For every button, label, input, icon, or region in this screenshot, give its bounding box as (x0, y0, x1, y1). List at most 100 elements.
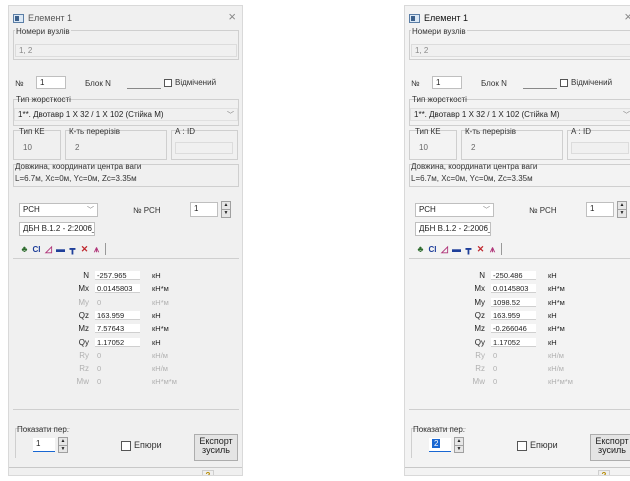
force-unit: кН (152, 310, 161, 320)
force-value[interactable]: 1.17052 (95, 337, 140, 347)
force-unit: кН*м*м (152, 377, 177, 387)
fe-type-label: Тип КЕ (415, 127, 441, 136)
norm-select[interactable]: ДБН В.1.2 - 2:2006_1 ﹀ (19, 222, 95, 236)
divider (409, 258, 630, 259)
show-section-spinner[interactable]: ▲ ▼ (454, 437, 464, 453)
epures-checkbox[interactable]: Епюри (121, 440, 162, 451)
hinge-icon[interactable]: ┳ (463, 244, 474, 255)
force-name: Mx (474, 284, 485, 294)
status-divider (9, 467, 242, 468)
rsn-spinner[interactable]: ▲ ▼ (617, 201, 627, 218)
number-input[interactable]: 1 (36, 76, 66, 89)
rsn-number-input[interactable]: 1 (190, 202, 218, 217)
spin-down-icon[interactable]: ▼ (222, 209, 230, 217)
force-name: Mz (78, 324, 89, 334)
force-name: Ry (79, 350, 89, 360)
block-input[interactable] (523, 76, 557, 89)
sections-label: К-ть перерізів (465, 127, 516, 136)
section-icon[interactable]: CI (427, 244, 438, 255)
epures-label: Епюри (530, 440, 558, 450)
rsn-number-label: № РСН (133, 206, 161, 215)
force-value[interactable]: -250.486 (491, 271, 536, 280)
close-icon[interactable]: × (228, 9, 236, 24)
help-icon[interactable]: ? (598, 470, 610, 475)
sections-value: 2 (75, 143, 80, 152)
marked-checkbox[interactable]: Відмічений (560, 78, 612, 87)
force-row-n: N -257.965 кН (59, 271, 161, 280)
block-label: Блок N (85, 79, 111, 88)
force-value[interactable]: 163.959 (491, 310, 536, 320)
force-row-qy: Qy 1.17052 кН (455, 337, 557, 347)
fe-type-value: 10 (419, 143, 428, 152)
spin-up-icon[interactable]: ▲ (222, 202, 230, 209)
rsn-select[interactable]: РСН ﹀ (19, 203, 98, 217)
geometry-label: Довжина, координати центра ваги (15, 162, 142, 171)
export-forces-button[interactable]: Експорт зусиль (194, 434, 238, 461)
spin-down-icon[interactable]: ▼ (455, 444, 463, 453)
chevron-down-icon: ﹀ (481, 226, 488, 233)
hinge-icon[interactable]: ┳ (67, 244, 78, 255)
aid-field (571, 142, 629, 154)
section-icon[interactable]: CI (31, 244, 42, 255)
force-row-qz: Qz 163.959 кН (455, 310, 557, 320)
show-section-spinner[interactable]: ▲ ▼ (58, 437, 68, 453)
marked-label: Відмічений (571, 78, 613, 87)
sections-value: 2 (471, 143, 476, 152)
chevron-down-icon: ﹀ (87, 207, 94, 214)
force-row-qy: Qy 1.17052 кН (59, 337, 161, 347)
support-icon[interactable]: ♣ (415, 244, 426, 255)
geometry-label: Довжина, координати центра ваги (411, 162, 538, 171)
rsn-number-input[interactable]: 1 (586, 202, 614, 217)
beam-icon[interactable]: ◿ (439, 244, 450, 255)
force-value: 0 (493, 364, 498, 374)
show-section-input[interactable]: 1 (33, 438, 55, 452)
force-row-my: My 1098.52 кН*м (455, 297, 565, 307)
help-icon[interactable]: ? (202, 470, 214, 475)
force-row-rz: Rz 0 кН/м (59, 364, 168, 373)
spin-down-icon[interactable]: ▼ (59, 444, 67, 453)
block-input[interactable] (127, 76, 161, 89)
bar-icon[interactable]: ▬ (55, 244, 66, 255)
spin-up-icon[interactable]: ▲ (618, 202, 626, 209)
stiffness-select[interactable]: 1**. Двотавр 1 Х 32 / 1 Х 102 (Стійка М)… (410, 108, 630, 121)
rsn-select[interactable]: РСН ﹀ (415, 203, 494, 217)
force-row-mx: Mx 0.0145803 кН*м (59, 284, 169, 294)
show-section-input[interactable]: 2 (429, 438, 451, 452)
force-value[interactable]: 0.0145803 (491, 284, 536, 294)
load-icon[interactable]: ✕ (79, 244, 90, 255)
chevron-down-icon: ﹀ (85, 226, 92, 233)
chevron-down-icon: ﹀ (227, 112, 234, 119)
force-value[interactable]: 163.959 (95, 310, 140, 320)
force-value[interactable]: 1.17052 (491, 337, 536, 347)
frame-icon[interactable]: ⩚ (487, 244, 498, 255)
close-icon[interactable]: × (624, 9, 630, 24)
force-name: My (78, 297, 89, 307)
norm-select[interactable]: ДБН В.1.2 - 2:2006_1 ﹀ (415, 222, 491, 236)
export-forces-button[interactable]: Експорт зусиль (590, 434, 630, 461)
support-icon[interactable]: ♣ (19, 244, 30, 255)
marked-checkbox[interactable]: Відмічений (164, 78, 216, 87)
load-icon[interactable]: ✕ (475, 244, 486, 255)
force-value: 0 (97, 364, 102, 374)
force-value[interactable]: 1098.52 (491, 297, 536, 307)
spin-down-icon[interactable]: ▼ (618, 209, 626, 217)
force-value[interactable]: 7.57643 (95, 324, 140, 334)
stiffness-select[interactable]: 1**. Двотавр 1 Х 32 / 1 Х 102 (Стійка М)… (14, 108, 238, 121)
beam-icon[interactable]: ◿ (43, 244, 54, 255)
force-name: Qy (474, 337, 485, 347)
force-name: Rz (475, 364, 485, 374)
force-value[interactable]: -0.266046 (491, 324, 536, 334)
number-input[interactable]: 1 (432, 76, 462, 89)
toolbar-divider (105, 243, 106, 255)
force-value: 0 (97, 377, 102, 387)
checkbox-icon (121, 440, 131, 451)
show-section-value: 2 (432, 439, 441, 448)
frame-icon[interactable]: ⩚ (91, 244, 102, 255)
force-value[interactable]: 0.0145803 (95, 284, 140, 294)
epures-checkbox[interactable]: Епюри (517, 440, 558, 451)
force-row-qz: Qz 163.959 кН (59, 310, 161, 320)
force-value[interactable]: -257.965 (95, 271, 140, 280)
force-name: My (474, 297, 485, 307)
bar-icon[interactable]: ▬ (451, 244, 462, 255)
rsn-spinner[interactable]: ▲ ▼ (221, 201, 231, 218)
